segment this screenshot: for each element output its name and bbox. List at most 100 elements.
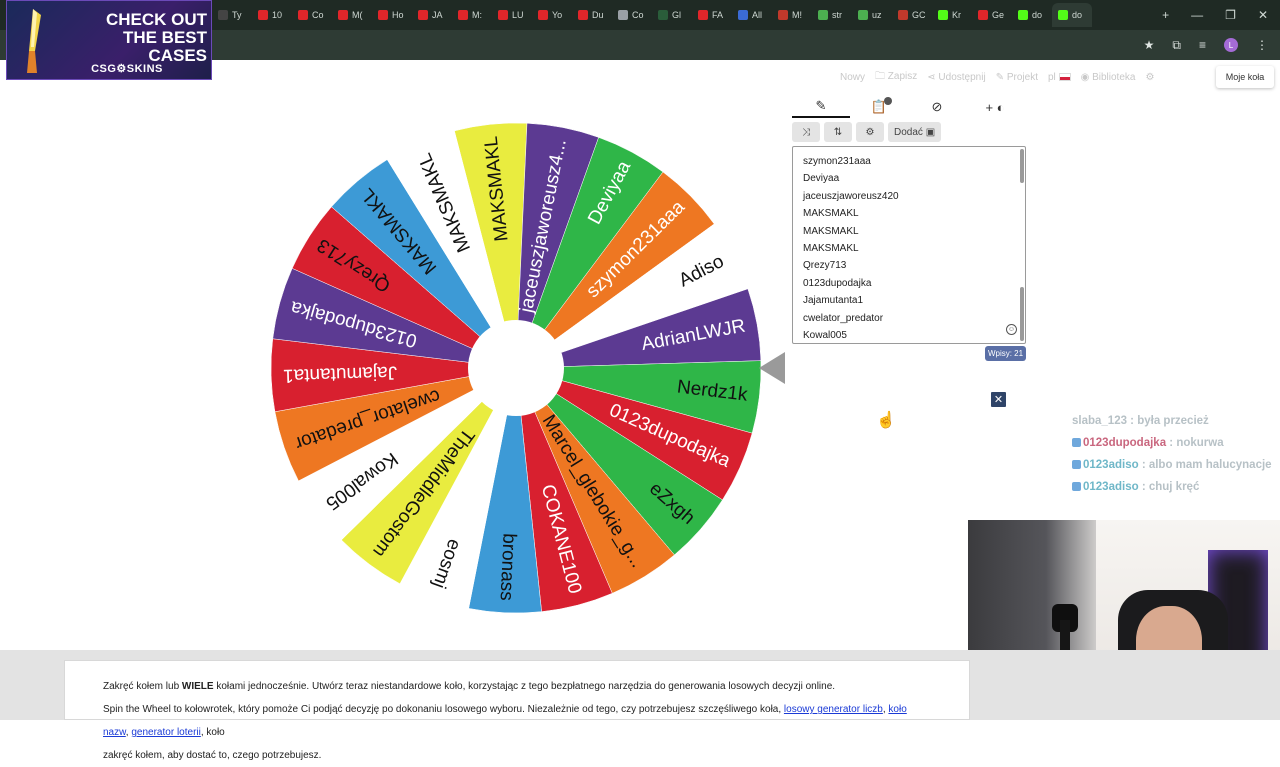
browser-tab[interactable]: Co [612,3,652,27]
chat-text: slaba_123 : była przecież [1072,415,1209,427]
browser-tab[interactable]: do [1012,3,1052,27]
tab-label: Co [632,10,644,20]
eye-slash-icon: ⊘ [931,99,943,114]
wheel-segment-label: Jajamutanta1 [283,362,398,386]
browser-tab[interactable]: Ty [212,3,252,27]
settings-gear-icon[interactable]: ⚙ [1145,72,1154,83]
window-controls: + — ❐ ✕ [1162,8,1280,22]
chat-nick: 0123adiso [1083,459,1139,471]
wheel-hub[interactable] [468,320,564,416]
nav-share[interactable]: ⋖ Udostępnij [927,72,985,83]
menu-kebab-icon[interactable]: ⋮ [1256,38,1268,52]
browser-tab[interactable]: LU [492,3,532,27]
ad-banner[interactable]: CHECK OUT THE BEST CASES CSG⚙SKINS [6,0,212,80]
scrollbar-thumb[interactable] [1020,287,1024,341]
tab-favicon-icon [818,10,828,20]
add-image-label: Dodać [894,126,923,138]
tab-favicon-icon [458,10,468,20]
browser-tab[interactable]: str [812,3,852,27]
link-random-number[interactable]: losowy generator liczb [784,704,883,715]
panel-tabs: ✎ 📋 ⊘ + ◐ [792,96,1028,118]
entry-line: cwelator_predator [803,312,884,324]
spin-wheel[interactable]: MAKSMAKL jaceuszjaworeusz4... Deviyaa szymo… [270,110,790,630]
ad-line-1: CHECK OUT [105,10,207,29]
browser-tab[interactable]: All [732,3,772,27]
tab-label: FA [712,10,724,20]
browser-tab[interactable]: M( [332,3,372,27]
browser-tab[interactable]: Ge [972,3,1012,27]
browser-tab[interactable]: Co [292,3,332,27]
footer-line-1a: Zakręć kołem lub [103,681,182,692]
maximize-icon[interactable]: ❐ [1225,8,1236,22]
tab-label: 10 [272,10,283,20]
chat-text: : chuj kręć [1138,481,1200,493]
browser-tab[interactable]: GC [892,3,932,27]
chat-nick: 0123dupodajka [1083,437,1167,449]
chat-badge-icon [1072,438,1081,448]
my-wheels-button[interactable]: Moje koła [1216,66,1274,88]
wheel-segment-label: bronass [496,533,520,601]
browser-tab[interactable]: Du [572,3,612,27]
nav-library[interactable]: ◉ Biblioteka [1081,72,1136,83]
footer-line-2a: Spin the Wheel to kołowrotek, który pomo… [103,704,784,715]
tab-favicon-icon [778,10,788,20]
tab-results[interactable]: 📋 [850,96,908,118]
wheel-svg[interactable]: MAKSMAKL jaceuszjaworeusz4... Deviyaaszymo… [270,110,790,630]
nav-save[interactable]: 🗀 Zapisz [875,69,917,86]
reading-list-icon[interactable]: ≡ [1199,38,1206,52]
footer-line-1b: WIELE [181,681,214,692]
bookmark-star-icon[interactable]: ★ [1144,38,1155,52]
tab-label: str [832,10,842,20]
browser-tab[interactable]: Kr [932,3,972,27]
share-icon: ⋖ [927,71,939,83]
sort-icon: ⇅ [833,126,843,138]
tab-edit[interactable]: ✎ [792,96,850,118]
hand-cursor-icon: ☝ [876,412,896,429]
tab-label: Gl [672,10,681,20]
entries-textarea[interactable]: szymon231aaa Deviyaa jaceuszjaworeusz420 MA… [792,146,1026,344]
close-window-icon[interactable]: ✕ [1258,8,1268,22]
ad-line-2: THE BEST [122,28,207,47]
browser-tab[interactable]: Yo [532,3,572,27]
link-lottery[interactable]: generator loterii [131,727,200,738]
new-tab-icon[interactable]: + [1162,8,1169,22]
browser-tab[interactable]: M: [452,3,492,27]
entry-line: Qrezy713 [803,260,847,272]
close-icon[interactable]: ✕ [991,392,1006,407]
browser-tab[interactable]: JA [412,3,452,27]
chat-message: slaba_123 : była przecież [1072,414,1280,429]
tab-label: Co [312,10,324,20]
entries-list: szymon231aaa Deviyaa jaceuszjaworeusz420 MA… [793,147,1025,343]
browser-tab[interactable]: 10 [252,3,292,27]
footer-line-1: Zakręć kołem lub WIELE kołami jednocześn… [103,675,931,698]
settings-button[interactable]: ⚙ [856,122,884,142]
tab-favicon-icon [898,10,908,20]
tab-label: JA [432,10,443,20]
browser-tab[interactable]: Ho [372,3,412,27]
emoji-icon[interactable]: ☺ [1006,324,1017,335]
tab-hide[interactable]: ⊘ [908,96,966,118]
entry-line: MAKSMAKL [803,243,859,255]
browser-tab[interactable]: FA [692,3,732,27]
browser-tab[interactable]: do [1052,3,1092,27]
browser-tab[interactable]: M! [772,3,812,27]
nav-projects[interactable]: ✎ Projekt [996,72,1038,83]
browser-tab[interactable]: Gl [652,3,692,27]
chat-nick: 0123adiso [1083,481,1139,493]
shuffle-button[interactable]: ⤨ [792,122,820,142]
minimize-icon[interactable]: — [1191,8,1203,22]
entry-line: jaceuszjaworeusz420 [803,190,899,202]
nav-language[interactable]: pl [1048,72,1071,83]
nav-new[interactable]: Nowy [840,72,865,83]
extensions-icon[interactable]: ⧉ [1172,38,1181,53]
sort-button[interactable]: ⇅ [824,122,852,142]
tab-label: Ty [232,10,242,20]
footer-line-1c: kołami jednocześnie. Utwórz teraz niesta… [213,681,836,692]
entry-line: 0123dupodajka [803,277,872,289]
tab-add-wheel[interactable]: + ◐ [966,96,1024,118]
nav-share-label: Udostępnij [938,71,986,83]
add-image-button[interactable]: Dodać ▣ [888,122,942,142]
browser-tab[interactable]: uz [852,3,892,27]
scrollbar-top[interactable] [1020,149,1024,183]
profile-avatar[interactable]: L [1224,38,1238,52]
